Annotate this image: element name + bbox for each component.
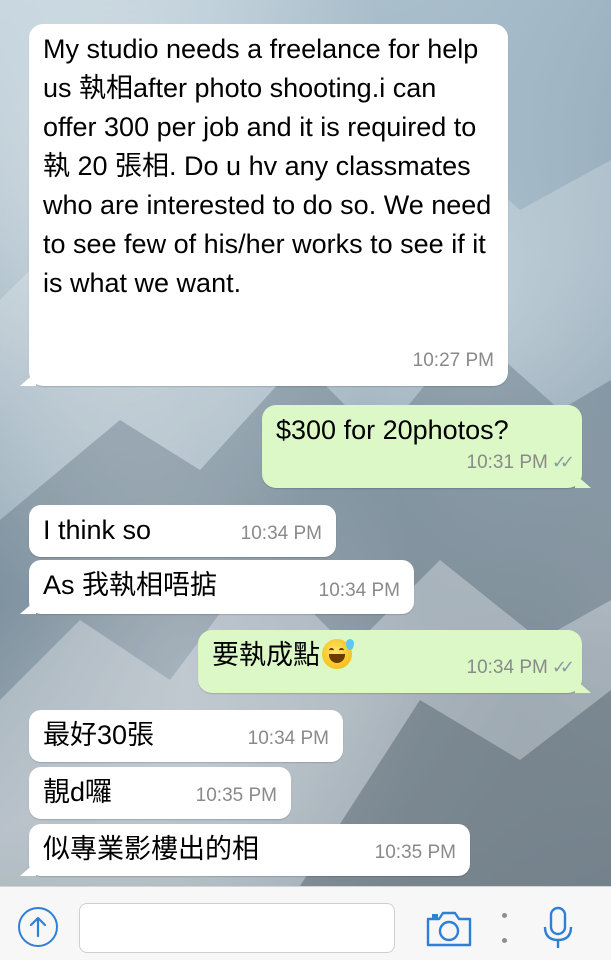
- message-bubble-incoming[interactable]: 最好30張 10:34 PM: [29, 710, 343, 762]
- camera-icon[interactable]: [424, 909, 474, 949]
- read-receipt-icon: ✓✓: [551, 452, 575, 472]
- message-timestamp: 10:27 PM: [412, 350, 494, 371]
- message-text: My studio needs a freelance for help us …: [43, 34, 492, 298]
- message-text: $300 for 20photos?: [276, 415, 509, 445]
- message-text: 似專業影樓出的相: [43, 834, 259, 864]
- message-text: 要執成點: [212, 640, 320, 670]
- message-text: 最好30張: [43, 720, 155, 750]
- message-timestamp: 10:35 PM: [195, 785, 277, 806]
- message-text: 靚d囉: [43, 777, 113, 807]
- message-timestamp: 10:34 PM ✓✓: [466, 657, 576, 678]
- message-bubble-incoming[interactable]: As 我執相唔掂 10:34 PM: [20, 560, 414, 614]
- microphone-icon[interactable]: [540, 905, 576, 951]
- message-bubble-incoming[interactable]: My studio needs a freelance for help us …: [20, 24, 508, 386]
- message-bubble-incoming[interactable]: 似專業影樓出的相 10:35 PM: [20, 824, 470, 876]
- message-timestamp: 10:35 PM: [374, 842, 456, 863]
- message-input[interactable]: [79, 903, 395, 953]
- message-bubble-outgoing[interactable]: $300 for 20photos? 10:31 PM ✓✓: [262, 405, 591, 488]
- message-timestamp: 10:31 PM ✓✓: [466, 452, 576, 473]
- message-bubble-incoming[interactable]: I think so 10:34 PM: [29, 505, 336, 557]
- message-text: As 我執相唔掂: [43, 570, 218, 600]
- grinning-face-with-sweat-icon: [322, 639, 354, 669]
- message-timestamp: 10:34 PM: [318, 580, 400, 601]
- vertical-dots-icon[interactable]: [500, 913, 508, 943]
- read-receipt-icon: ✓✓: [551, 657, 575, 677]
- message-bubble-incoming[interactable]: 靚d囉 10:35 PM: [29, 767, 291, 819]
- message-bubble-outgoing[interactable]: 要執成點 10:34 PM ✓✓: [198, 630, 591, 693]
- message-timestamp: 10:34 PM: [240, 523, 322, 544]
- message-timestamp: 10:34 PM: [247, 728, 329, 749]
- message-text: I think so: [43, 515, 152, 545]
- arrow-up-circle-icon[interactable]: [18, 907, 58, 947]
- message-composer-bar: [0, 886, 611, 960]
